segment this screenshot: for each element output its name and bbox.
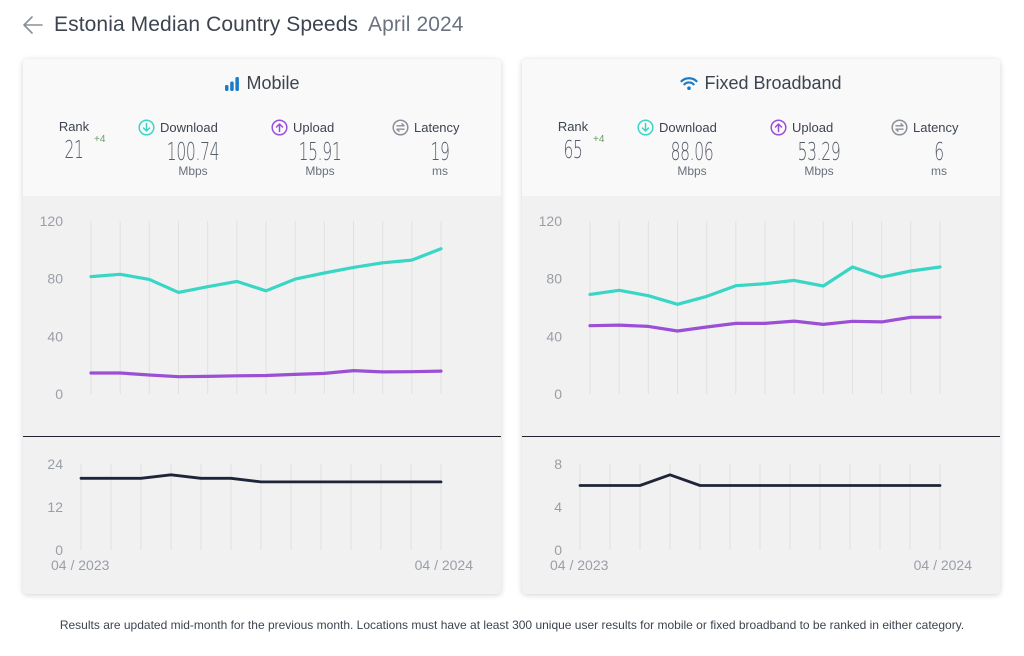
upload-value: 53.29	[797, 137, 841, 166]
wifi-icon	[680, 76, 699, 91]
latency-label-text: Latency	[414, 120, 460, 135]
upload-label-text: Upload	[792, 120, 834, 135]
upload-unit: Mbps	[804, 164, 834, 178]
download-icon	[637, 119, 654, 136]
latency-icon	[392, 119, 409, 136]
fixed-title-text: Fixed Broadband	[704, 73, 842, 93]
page-title-text: Estonia Median Country Speeds	[54, 13, 359, 36]
y-tick-label: 0	[554, 542, 562, 558]
download-icon	[138, 119, 155, 136]
upload-value: 15.91	[298, 137, 342, 166]
y-tick-label: 120	[539, 213, 563, 229]
y-tick-label: 0	[55, 386, 63, 402]
latency-value: 19	[430, 137, 450, 166]
mobile-summary: Mobile Rank 21 +4 Download 100.74 Mbps U…	[23, 59, 501, 196]
download-unit: Mbps	[677, 164, 707, 178]
signal-bars-icon	[224, 76, 240, 92]
fixed-rank: Rank 65	[550, 119, 596, 164]
download-label-text: Download	[160, 120, 218, 135]
latency-label-text: Latency	[913, 120, 959, 135]
fixed-download: Download 88.06 Mbps	[637, 119, 737, 178]
mobile-download: Download 100.74 Mbps	[138, 119, 238, 178]
y-tick-label: 0	[554, 386, 562, 402]
download-label: Download	[637, 119, 737, 136]
y-tick-label: 120	[40, 213, 64, 229]
rank-delta: +4	[94, 134, 106, 145]
upload-icon	[271, 119, 288, 136]
upload-unit: Mbps	[305, 164, 335, 178]
page-header: Estonia Median Country Speeds April 2024	[22, 10, 464, 40]
upload-label-text: Upload	[293, 120, 335, 135]
mobile-card-title: Mobile	[23, 73, 501, 94]
upload-icon	[770, 119, 787, 136]
y-tick-label: 4	[554, 499, 562, 515]
download-label-text: Download	[659, 120, 717, 135]
upload-label: Upload	[271, 119, 361, 136]
rank-value: 21	[64, 135, 84, 164]
latency-icon	[891, 119, 908, 136]
latency-unit: ms	[931, 164, 947, 178]
download-value: 88.06	[670, 137, 714, 166]
download-value: 100.74	[166, 137, 220, 166]
rank-label: Rank	[557, 119, 589, 134]
y-tick-label: 8	[554, 456, 562, 472]
y-tick-label: 40	[546, 328, 562, 344]
x-tick-label: 04 / 2023	[550, 557, 609, 573]
latency-label: Latency	[891, 119, 981, 136]
fixed-upload: Upload 53.29 Mbps	[770, 119, 860, 178]
latency-label: Latency	[392, 119, 482, 136]
latency-value: 6	[934, 137, 944, 166]
mobile-title-text: Mobile	[246, 73, 300, 93]
arrow-left-icon[interactable]	[22, 14, 44, 36]
fixed-speed-chart: 0 40 80 120	[539, 213, 942, 402]
mobile-card: Mobile Rank 21 +4 Download 100.74 Mbps U…	[23, 59, 501, 594]
latency-unit: ms	[432, 164, 448, 178]
download-label: Download	[138, 119, 238, 136]
fixed-broadband-card: Fixed Broadband Rank 65 +4 Download 88.0…	[522, 59, 1000, 594]
y-tick-label: 24	[47, 456, 63, 472]
upload-label: Upload	[770, 119, 860, 136]
fixed-latency-chart: 0 4 8 04 / 2023 04 / 2024	[550, 456, 973, 573]
y-tick-label: 0	[55, 542, 63, 558]
download-unit: Mbps	[178, 164, 208, 178]
page-title: Estonia Median Country Speeds April 2024	[54, 13, 464, 37]
rank-delta: +4	[593, 134, 605, 145]
fixed-summary: Fixed Broadband Rank 65 +4 Download 88.0…	[522, 59, 1000, 196]
mobile-latency: Latency 19 ms	[392, 119, 482, 178]
x-tick-label: 04 / 2024	[914, 557, 973, 573]
mobile-upload: Upload 15.91 Mbps	[271, 119, 361, 178]
footer-note: Results are updated mid-month for the pr…	[59, 618, 965, 632]
mobile-rank: Rank 21	[51, 119, 97, 164]
x-tick-label: 04 / 2023	[51, 557, 110, 573]
fixed-card-title: Fixed Broadband	[522, 73, 1000, 94]
rank-value: 65	[563, 135, 583, 164]
y-tick-label: 80	[546, 271, 562, 287]
fixed-latency: Latency 6 ms	[891, 119, 981, 178]
rank-label: Rank	[58, 119, 90, 134]
mobile-speed-chart: 0 40 80 120	[40, 213, 443, 402]
x-tick-label: 04 / 2024	[415, 557, 474, 573]
mobile-latency-chart: 0 12 24 04 / 2023 04 / 2024	[47, 456, 474, 573]
page-title-date: April 2024	[368, 13, 464, 36]
y-tick-label: 12	[47, 499, 63, 515]
y-tick-label: 80	[47, 271, 63, 287]
y-tick-label: 40	[47, 328, 63, 344]
